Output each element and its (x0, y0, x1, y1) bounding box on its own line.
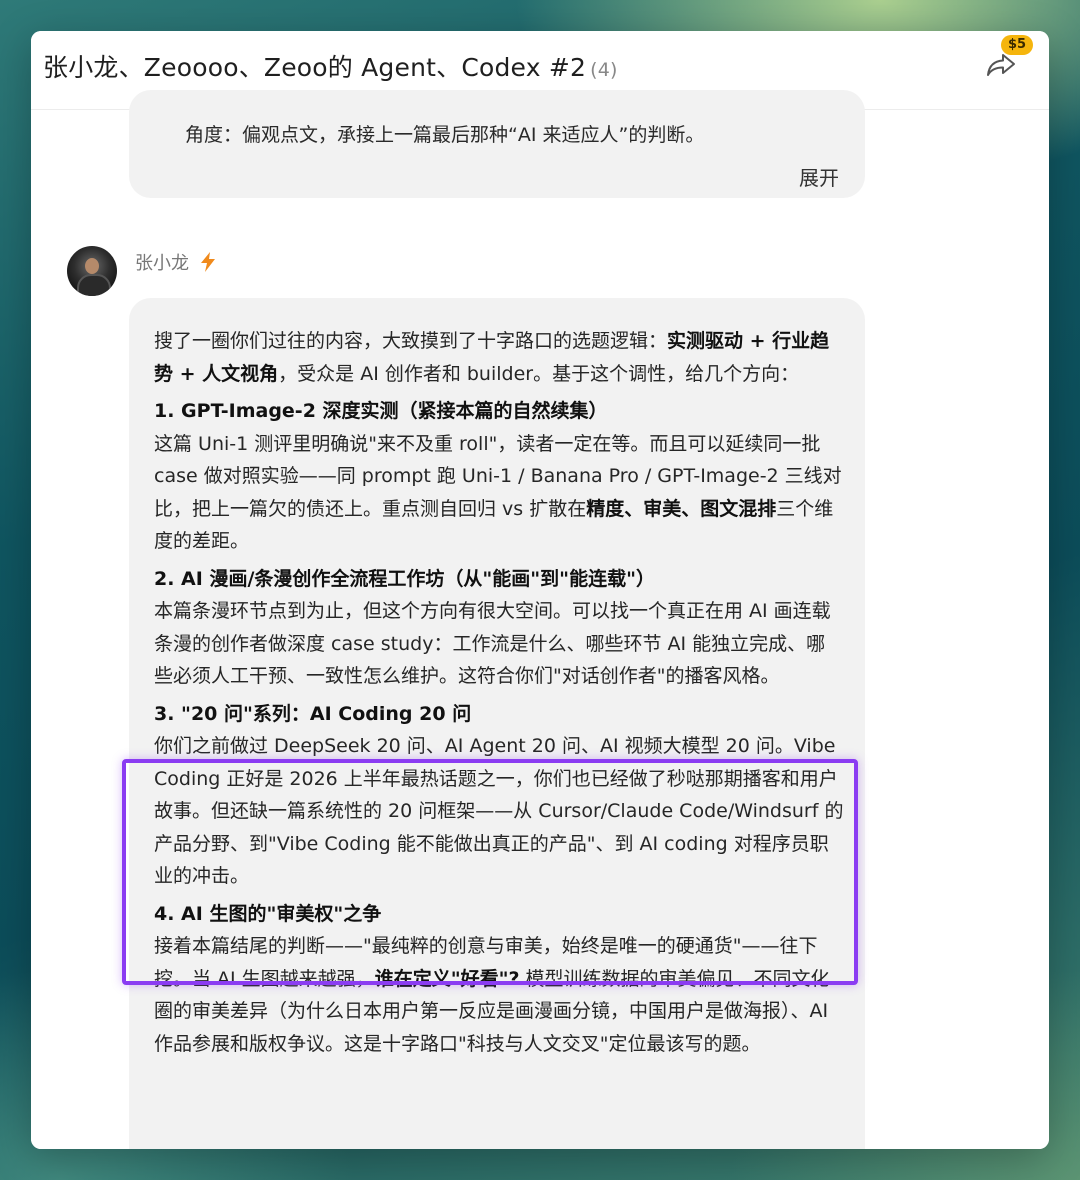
item-body-bold: 精度、审美、图文混排 (586, 497, 777, 520)
item-body-bold: 谁在定义"好看"? (374, 967, 520, 990)
message-body: 搜了一圈你们过往的内容，大致摸到了十字路口的选题逻辑：实测驱动 + 行业趋势 +… (154, 325, 844, 1060)
chat-title-text: 张小龙、Zeoooo、Zeoo的 Agent、Codex #2 (43, 53, 587, 82)
member-count: (4) (590, 59, 618, 81)
avatar-figure-head (85, 258, 99, 274)
sender-row: 张小龙 (135, 249, 216, 279)
chat-window: 张小龙、Zeoooo、Zeoo的 Agent、Codex #2 (4) $5 角度… (31, 31, 1049, 1149)
intro-tail: ，受众是 AI 创作者和 builder。基于这个调性，给几个方向： (278, 362, 800, 385)
chat-title[interactable]: 张小龙、Zeoooo、Zeoo的 Agent、Codex #2 (4) (43, 48, 618, 84)
item-title: 3. "20 问"系列：AI Coding 20 问 (154, 702, 472, 725)
lightning-icon (201, 252, 216, 272)
item-body: 接着本篇结尾的判断——"最纯粹的创意与审美，始终是唯一的硬通货"——往下挖。当 … (154, 930, 844, 1060)
previous-message-text: 角度：偏观点文，承接上一篇最后那种“AI 来适应人”的判断。 (185, 124, 705, 146)
item-body: 本篇条漫环节点到为止，但这个方向有很大空间。可以找一个真正在用 AI 画连载条漫… (154, 600, 831, 687)
share-button[interactable]: $5 (985, 33, 1035, 93)
sender-name[interactable]: 张小龙 (135, 253, 189, 274)
intro-lead: 搜了一圈你们过往的内容，大致摸到了十字路口的选题逻辑： (154, 330, 668, 352)
item-title: 2. AI 漫画/条漫创作全流程工作坊（从"能画"到"能连载"） (154, 567, 655, 590)
message-bubble: 搜了一圈你们过往的内容，大致摸到了十字路口的选题逻辑：实测驱动 + 行业趋势 +… (129, 298, 865, 1149)
intro-paragraph: 搜了一圈你们过往的内容，大致摸到了十字路口的选题逻辑：实测驱动 + 行业趋势 +… (154, 325, 844, 390)
expand-button[interactable]: 展开 (799, 162, 839, 191)
message-list[interactable]: 角度：偏观点文，承接上一篇最后那种“AI 来适应人”的判断。 展开 张小龙 搜了… (31, 90, 1049, 1149)
share-arrow-icon (987, 54, 1015, 76)
item-body: 这篇 Uni-1 测评里明确说"来不及重 roll"，读者一定在等。而且可以延续… (154, 428, 844, 558)
item-title: 1. GPT-Image-2 深度实测（紧接本篇的自然续集） (154, 400, 608, 422)
item-body: 你们之前做过 DeepSeek 20 问、AI Agent 20 问、AI 视频… (154, 735, 844, 887)
avatar[interactable] (67, 246, 117, 296)
avatar-figure-body (77, 274, 111, 296)
item-title: 4. AI 生图的"审美权"之争 (154, 902, 382, 925)
previous-message-bubble: 角度：偏观点文，承接上一篇最后那种“AI 来适应人”的判断。 展开 (129, 90, 865, 198)
